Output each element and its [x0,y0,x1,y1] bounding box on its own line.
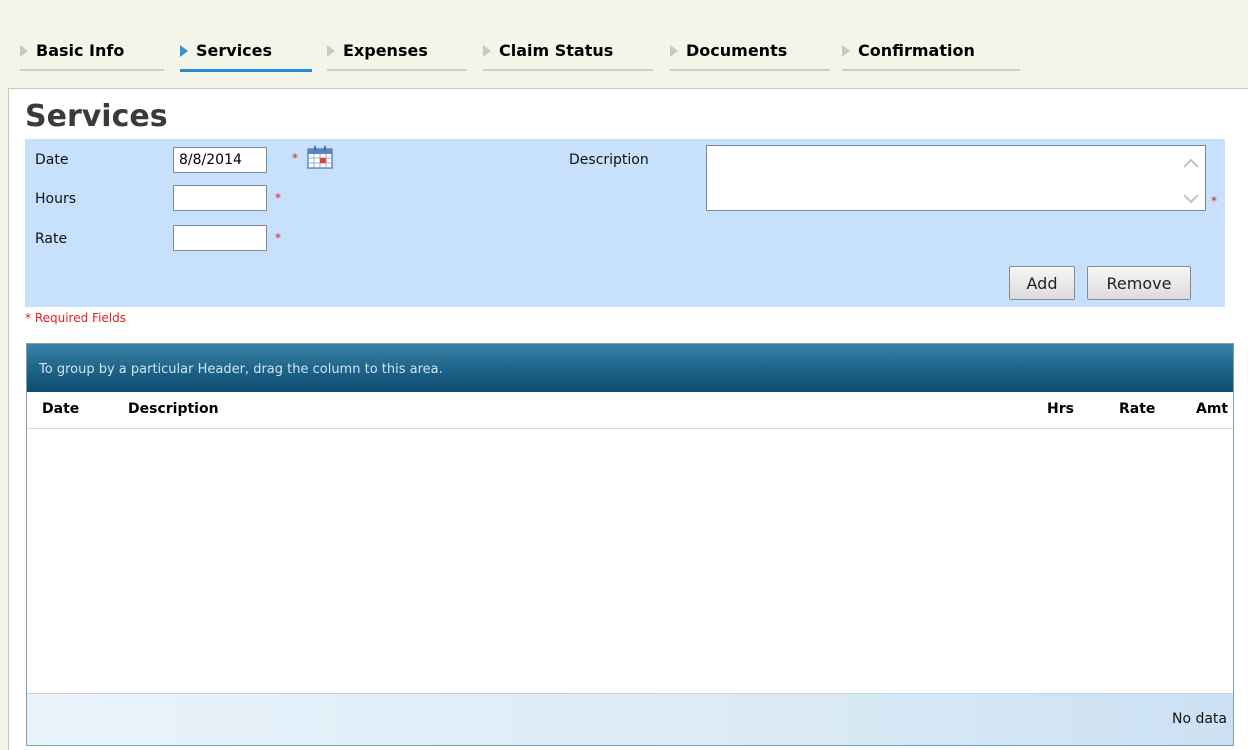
required-fields-note: * Required Fields [25,311,126,325]
column-header-description[interactable]: Description [128,401,219,417]
tab-arrow-icon [670,44,678,57]
date-label: Date [35,152,69,168]
required-marker: * [1211,194,1217,208]
tab-arrow-icon [20,44,28,57]
tab-label: Documents [686,41,788,60]
tab-services[interactable]: Services [180,39,312,72]
services-grid: To group by a particular Header, drag th… [26,343,1234,746]
tab-label: Confirmation [858,41,975,60]
service-entry-form: Date * Hours * Rate * Description [25,139,1225,307]
tab-claim-status[interactable]: Claim Status [483,39,653,71]
required-marker: * [275,231,281,245]
tab-label: Claim Status [499,41,614,60]
tab-label: Services [196,41,273,60]
scroll-up-icon[interactable] [1181,154,1201,174]
column-header-hrs[interactable]: Hrs [1047,401,1074,417]
scroll-down-icon[interactable] [1181,188,1201,208]
tab-documents[interactable]: Documents [670,39,830,71]
no-data-text: No data [1171,711,1227,727]
tab-label: Expenses [343,41,428,60]
hours-label: Hours [35,191,77,207]
remove-button[interactable]: Remove [1087,266,1191,300]
column-header-rate[interactable]: Rate [1119,401,1155,417]
tab-arrow-icon [483,44,491,57]
wizard-tab-bar: Basic Info Services Expenses Claim Statu… [0,0,1248,88]
description-field[interactable] [706,145,1206,211]
page-title: Services [25,99,168,134]
column-header-date[interactable]: Date [42,401,79,417]
content-panel: Services Date * Hours * Rate * Descripti… [8,88,1248,750]
tab-expenses[interactable]: Expenses [327,39,467,71]
tab-label: Basic Info [36,41,125,60]
rate-label: Rate [35,231,68,247]
tab-confirmation[interactable]: Confirmation [842,39,1020,71]
tab-basic-info[interactable]: Basic Info [20,39,164,71]
tab-arrow-icon [327,44,335,57]
tab-arrow-icon [180,44,188,57]
required-marker: * [275,191,281,205]
rate-field[interactable] [173,225,267,251]
description-label: Description [569,152,649,168]
grid-header-row: Date Description Hrs Rate Amt [27,392,1233,429]
group-by-drop-area[interactable]: To group by a particular Header, drag th… [27,344,1233,392]
column-header-amt[interactable]: Amt [1196,401,1228,417]
add-button[interactable]: Add [1009,266,1075,300]
date-field[interactable] [173,147,267,173]
required-marker: * [292,151,298,165]
tab-arrow-icon [842,44,850,57]
grid-body [27,429,1233,695]
hours-field[interactable] [173,185,267,211]
calendar-icon[interactable] [307,145,333,169]
grid-footer: No data [27,693,1233,745]
